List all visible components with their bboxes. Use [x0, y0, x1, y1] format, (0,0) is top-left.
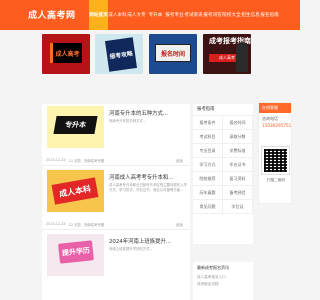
category-item[interactable]: 报考条件: [193, 116, 223, 130]
contact-title: 在线客服: [259, 103, 291, 113]
category-row: 历年真题 备考经验: [193, 186, 253, 200]
qr-code-icon: [261, 146, 290, 175]
contact-phone[interactable]: 15036295751: [259, 123, 291, 128]
article-card[interactable]: 专升本 河南专升本的五种方式... 河南专升本的五种方式... 2023-12-…: [42, 106, 190, 166]
nav-item-junior[interactable]: 成人大专: [127, 0, 146, 30]
news-panel: 最新成考报名资讯 成人高考报名入口 成考报名流程: [193, 262, 253, 300]
category-item[interactable]: 学费标准: [223, 144, 253, 158]
article-views: 11 浏览: [68, 159, 81, 163]
banner-exam-strategy[interactable]: 报考攻略: [95, 34, 143, 74]
banner-label: 报名时间: [155, 44, 191, 62]
article-category[interactable]: 河南成考专题: [84, 158, 104, 163]
article-card[interactable]: 提升学历 2024年河南上班族提升... 河南上班族提升学历的方式...: [42, 234, 190, 294]
category-row: 专业目录 学费标准: [193, 144, 253, 158]
article-desc: 河南上班族提升学历的方式...: [109, 247, 153, 251]
category-item[interactable]: 考试科目: [193, 130, 223, 144]
article-thumbnail[interactable]: 成人本科: [47, 170, 104, 212]
banner-label: 报考攻略: [104, 37, 138, 72]
category-item[interactable]: 历年真题: [193, 186, 223, 200]
article-thumbnail[interactable]: 提升学历: [47, 234, 104, 276]
news-panel-title: 最新成考报名资讯: [197, 265, 229, 270]
nav-item-news[interactable]: 考试资讯: [184, 0, 203, 30]
category-item[interactable]: 毕业证书: [223, 158, 253, 172]
category-row: 院校推荐 复习资料: [193, 172, 253, 186]
banner-label: 成人高考: [50, 43, 82, 63]
main-nav: 网站首页 成人本科 成人大专 专升本 报考专业 考试资讯 报考问答 院校大全 招…: [89, 0, 279, 30]
category-row: 常见问题 学位证: [193, 200, 253, 214]
category-row: 学习方式 毕业证书: [193, 158, 253, 172]
news-item[interactable]: 成人高考报名入口: [193, 274, 253, 281]
article-meta: 2023-12-25 12 浏览 河南成考专题: [46, 222, 104, 227]
category-item[interactable]: 专业目录: [193, 144, 223, 158]
article-list: 专升本 河南专升本的五种方式... 河南专升本的五种方式... 2023-12-…: [42, 104, 190, 300]
contact-widget: 在线客服 咨询电话 15036295751 扫描二维码: [258, 102, 292, 204]
article-date: 2023-12-25: [46, 158, 66, 162]
article-title[interactable]: 河南成人高考考专升本和...: [109, 173, 173, 181]
category-item[interactable]: 学位证: [223, 200, 253, 214]
category-panel: 报考指南 报考条件 报名时间 考试科目 录取分数 专业目录 学费标准 学习方式 …: [193, 104, 253, 244]
contact-label: 咨询电话: [262, 116, 278, 121]
banner-exam-guide[interactable]: 成考报考指南 成人高考: [203, 34, 251, 74]
article-thumbnail[interactable]: 专升本: [47, 106, 104, 148]
read-more-link[interactable]: 阅读: [176, 158, 183, 163]
article-date: 2023-12-25: [46, 222, 66, 226]
thumbnail-label: 专升本: [53, 116, 98, 134]
nav-item-qa[interactable]: 报考问答: [203, 0, 222, 30]
category-item[interactable]: 备考经验: [223, 186, 253, 200]
category-item[interactable]: 报名时间: [223, 116, 253, 130]
top-nav-bar: 成人高考网 网站首页 成人本科 成人大专 专升本 报考专业 考试资讯 报考问答 …: [0, 0, 300, 30]
qr-caption: 扫描二维码: [267, 178, 285, 182]
article-meta: 2023-12-25 11 浏览 河南成考专题: [46, 158, 104, 163]
article-views: 12 浏览: [68, 223, 81, 227]
banner-registration-time[interactable]: 报名时间: [149, 34, 197, 74]
article-category[interactable]: 河南成考专题: [84, 222, 104, 227]
nav-item-guide[interactable]: 报名指南: [260, 0, 279, 30]
banner-adult-exam[interactable]: 成人高考: [42, 34, 90, 74]
article-title[interactable]: 河南专升本的五种方式...: [109, 109, 168, 117]
category-item[interactable]: 复习资料: [223, 172, 253, 186]
site-logo[interactable]: 成人高考网: [28, 8, 76, 21]
nav-item-schools[interactable]: 院校大全: [222, 0, 241, 30]
category-item[interactable]: 录取分数: [223, 130, 253, 144]
article-desc: 河南专升本的五种方式...: [109, 119, 147, 123]
article-card[interactable]: 成人本科 河南成人高考考专升本和... 成人高考专升本和全日制专升本区别主要体现…: [42, 170, 190, 230]
category-item[interactable]: 常见问题: [193, 200, 223, 214]
article-desc: 成人高考专升本和全日制专升本区别主要体现在入学方式、学习形式、毕业证书、就业认可…: [109, 183, 187, 192]
category-row: 报考条件 报名时间: [193, 116, 253, 130]
category-title: 报考指南: [193, 104, 253, 116]
news-item[interactable]: 成考报名流程: [193, 281, 253, 288]
nav-item-upgrade[interactable]: 专升本: [146, 0, 165, 30]
nav-item-home[interactable]: 网站首页: [89, 0, 108, 30]
nav-item-enroll[interactable]: 招生信息: [241, 0, 260, 30]
nav-item-bachelor[interactable]: 成人本科: [108, 0, 127, 30]
category-row: 考试科目 录取分数: [193, 130, 253, 144]
category-item[interactable]: 院校推荐: [193, 172, 223, 186]
thumbnail-label: 提升学历: [58, 240, 94, 264]
read-more-link[interactable]: 阅读: [176, 222, 183, 227]
person-silhouette: [236, 42, 248, 72]
article-title[interactable]: 2024年河南上班族提升...: [109, 237, 171, 245]
thumbnail-label: 成人本科: [51, 177, 99, 205]
nav-item-majors[interactable]: 报考专业: [165, 0, 184, 30]
category-item[interactable]: 学习方式: [193, 158, 223, 172]
